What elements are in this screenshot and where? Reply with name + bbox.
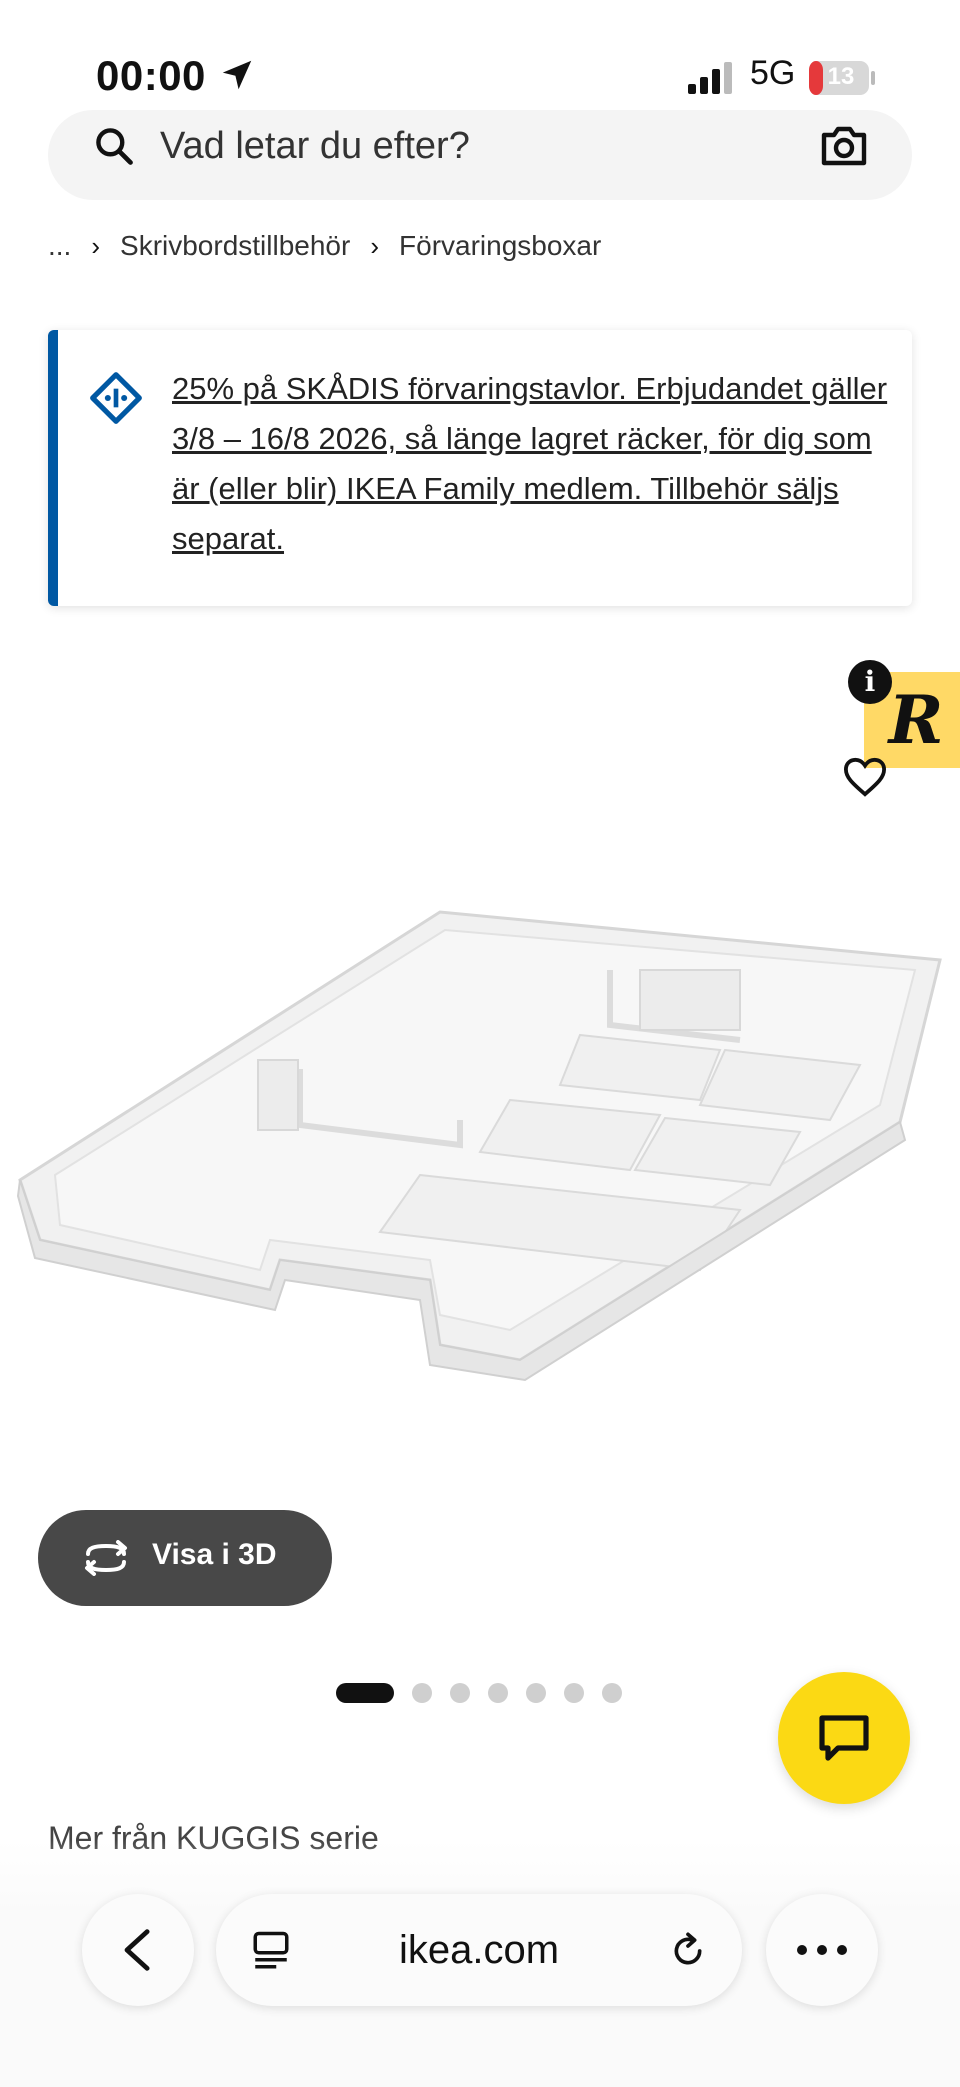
carousel-dot[interactable]	[450, 1683, 470, 1703]
heart-icon[interactable]	[842, 756, 888, 798]
breadcrumb-ellipsis[interactable]: ...	[48, 230, 71, 262]
chevron-left-icon	[124, 1929, 150, 1971]
carousel-dot[interactable]	[488, 1683, 508, 1703]
browser-more-button[interactable]	[766, 1894, 878, 2006]
promo-accent-bar	[48, 330, 58, 606]
promo-banner[interactable]: 25% på SKÅDIS förvaringstavlor. Erbjudan…	[48, 330, 912, 606]
chevron-right-icon: ›	[91, 230, 101, 261]
info-icon[interactable]: i	[848, 660, 892, 704]
carousel-indicator	[336, 1682, 622, 1704]
chat-button[interactable]	[778, 1672, 910, 1804]
carousel-dot[interactable]	[564, 1683, 584, 1703]
carousel-dot[interactable]	[602, 1683, 622, 1703]
reload-icon[interactable]	[668, 1930, 708, 1972]
search-icon[interactable]	[92, 124, 136, 168]
address-bar[interactable]: ikea.com	[216, 1894, 742, 2006]
carousel-dot-active[interactable]	[336, 1683, 394, 1703]
cellular-signal-icon	[688, 62, 732, 94]
breadcrumb-item[interactable]: Skrivbordstillbehör	[120, 230, 350, 262]
search-input[interactable]	[160, 120, 760, 172]
url-text[interactable]: ikea.com	[216, 1894, 742, 2006]
chat-bubble-icon	[819, 1715, 869, 1761]
chevron-right-icon: ›	[370, 230, 380, 261]
view-3d-button[interactable]: Visa i 3D	[38, 1510, 332, 1606]
location-arrow-icon	[222, 60, 252, 90]
carousel-dot[interactable]	[526, 1683, 546, 1703]
ellipsis-icon	[797, 1945, 847, 1955]
view-3d-label: Visa i 3D	[152, 1538, 277, 1571]
status-time: 00:00	[96, 52, 206, 99]
product-image[interactable]	[0, 860, 960, 1420]
price-tag-icon	[90, 372, 142, 424]
breadcrumb: ... › Skrivbordstillbehör › Förvaringsbo…	[48, 230, 601, 262]
browser-back-button[interactable]	[82, 1894, 194, 2006]
promo-text[interactable]: 25% på SKÅDIS förvaringstavlor. Erbjudan…	[172, 364, 892, 564]
carousel-dot[interactable]	[412, 1683, 432, 1703]
camera-icon[interactable]	[820, 122, 868, 168]
breadcrumb-item[interactable]: Förvaringsboxar	[399, 230, 601, 262]
reader-mode-icon[interactable]	[250, 1930, 292, 1972]
rotate-3d-icon	[85, 1540, 127, 1576]
network-type: 5G	[750, 54, 796, 92]
battery-level: 13	[827, 63, 855, 90]
